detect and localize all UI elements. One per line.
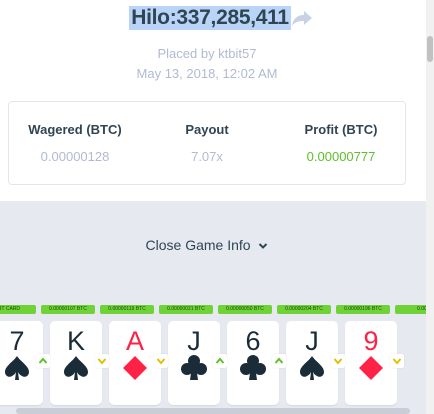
guess-higher-icon [36,354,50,368]
card-multiplier-tag: 0.00000196 BTC [336,305,390,314]
spade-suit-icon [300,356,324,380]
card-rank: 9 [363,326,379,356]
stat-profit-label: Profit (BTC) [304,122,378,137]
guess-lower-icon [390,354,404,368]
card-suit [239,354,267,387]
horizontal-scrollbar[interactable] [16,408,410,414]
club-suit-icon [240,355,266,380]
card-suit [357,354,385,387]
bet-title-row: Hilo:337,285,411 [0,6,420,30]
card-rank: 6 [245,326,261,356]
guess-higher-icon [272,354,286,368]
card-multiplier-tag: 0.00000107 BTC [41,305,95,314]
card-suit [3,354,31,387]
stat-payout-value: 7.07x [191,149,223,164]
placed-date: May 13, 2018, 12:02 AM [136,66,278,81]
card-suit [180,354,208,387]
chevron-down-icon [259,243,268,250]
card-multiplier-tag: 0.00000119 BTC [100,305,154,314]
guess-lower-icon [95,354,109,368]
guess-lower-icon [331,354,345,368]
close-game-info-button[interactable]: Close Game Info [0,237,414,253]
stat-payout: Payout 7.07x [149,122,265,164]
close-game-info-label: Close Game Info [145,237,251,253]
card-suit [298,354,326,387]
card-rank: J [305,326,319,356]
bet-stats-panel: Wagered (BTC) 0.00000128 Payout 7.07x Pr… [8,101,406,185]
share-icon[interactable] [291,9,313,27]
stat-profit: Profit (BTC) 0.00000777 [281,122,401,164]
card-multiplier-tag: 0.00000204 BTC [277,305,331,314]
card-rank: 7 [9,326,25,356]
bet-title[interactable]: Hilo:337,285,411 [129,6,291,30]
guess-higher-icon [213,354,227,368]
card-multiplier-tag: 0.00000050 BTC [218,305,272,314]
card-rank: K [66,326,85,356]
diamond-suit-icon [359,356,383,380]
scrollbar-thumb[interactable] [427,36,433,62]
card-suit [62,354,90,387]
spade-suit-icon [5,356,29,380]
vertical-scrollbar[interactable] [426,0,434,414]
card-rank: J [187,326,201,356]
stat-wagered: Wagered (BTC) 0.00000128 [17,122,133,164]
card-suit [121,354,149,387]
diamond-suit-icon [123,356,147,380]
card-multiplier-tag: RT CARD [0,305,36,314]
card-rank: A [125,326,144,356]
stat-profit-value: 0.00000777 [306,149,376,164]
placed-by: Placed by ktbit57 [157,46,257,61]
stat-wagered-label: Wagered (BTC) [28,122,122,137]
club-suit-icon [181,355,207,380]
guess-lower-icon [154,354,168,368]
spade-suit-icon [64,356,88,380]
stat-payout-label: Payout [185,122,229,137]
card-multiplier-tag: 0.00000021 BTC [159,305,213,314]
stat-wagered-value: 0.00000128 [40,149,110,164]
